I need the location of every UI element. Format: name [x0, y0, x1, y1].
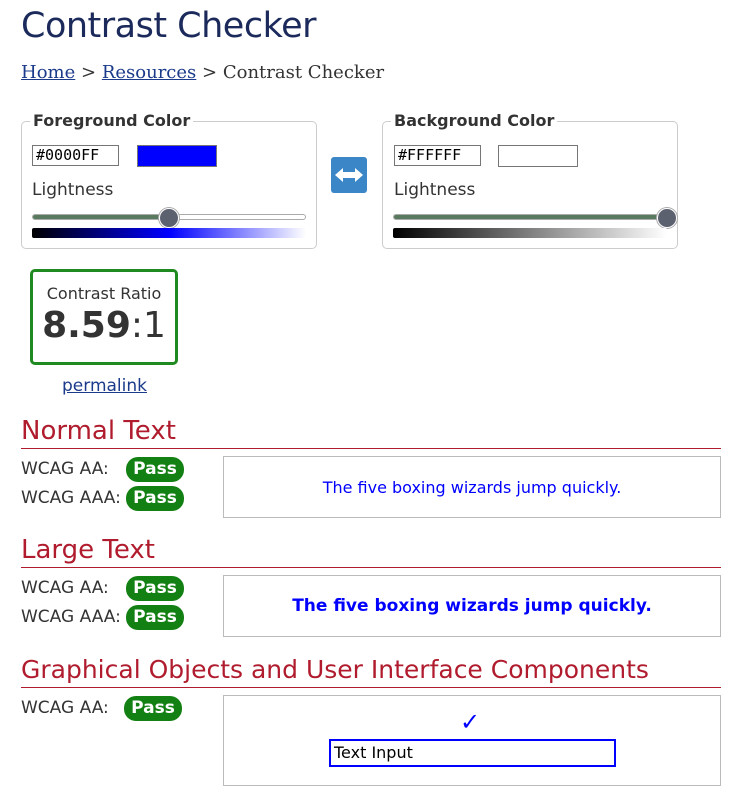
graphical-aa-pass-badge: Pass [124, 696, 182, 721]
contrast-ratio-box: Contrast Ratio 8.59:1 [30, 269, 178, 365]
breadcrumb-home-link[interactable]: Home [21, 62, 75, 83]
background-lightness-thumb[interactable] [657, 208, 677, 228]
graphical-objects-divider [21, 687, 721, 688]
normal-text-sample-box: The five boxing wizards jump quickly. [223, 456, 721, 518]
contrast-ratio-number: 8.59 [42, 305, 131, 346]
large-text-sample: The five boxing wizards jump quickly. [292, 596, 652, 616]
foreground-color-swatch[interactable] [137, 145, 217, 167]
normal-text-divider [21, 448, 721, 449]
contrast-ratio-value: 8.59:1 [33, 305, 175, 346]
background-color-swatch[interactable] [498, 145, 578, 167]
swap-colors-button[interactable] [331, 157, 367, 193]
sample-text-input[interactable]: Text Input [329, 739, 616, 767]
foreground-hex-input[interactable]: #0000FF [32, 145, 119, 166]
large-aa-label: WCAG AA: [21, 578, 109, 598]
contrast-ratio-label: Contrast Ratio [46, 284, 162, 303]
graphical-objects-heading: Graphical Objects and User Interface Com… [21, 655, 649, 684]
large-text-divider [21, 567, 721, 568]
foreground-legend: Foreground Color [30, 111, 194, 130]
large-aaa-label: WCAG AAA: [21, 607, 121, 627]
swap-arrows-icon [335, 168, 363, 182]
background-lightness-slider[interactable] [393, 214, 668, 220]
foreground-color-panel: Foreground Color #0000FF Lightness [21, 111, 317, 249]
breadcrumb-separator: > [202, 62, 218, 83]
background-legend: Background Color [391, 111, 558, 130]
breadcrumb-current: Contrast Checker [222, 62, 385, 83]
background-color-panel: Background Color #FFFFFF Lightness [382, 111, 678, 249]
foreground-lightness-thumb[interactable] [159, 208, 179, 228]
breadcrumb-resources-link[interactable]: Resources [102, 62, 196, 83]
normal-text-sample: The five boxing wizards jump quickly. [322, 477, 622, 497]
normal-aa-pass-badge: Pass [126, 457, 184, 482]
background-lightness-label: Lightness [394, 180, 476, 200]
permalink-link[interactable]: permalink [62, 376, 147, 396]
normal-aaa-label: WCAG AAA: [21, 488, 121, 508]
normal-aaa-pass-badge: Pass [126, 486, 184, 511]
large-text-heading: Large Text [21, 535, 155, 565]
large-text-sample-box: The five boxing wizards jump quickly. [223, 575, 721, 637]
foreground-lightness-gradient [32, 228, 306, 238]
graphical-aa-label: WCAG AA: [21, 698, 109, 718]
normal-aa-label: WCAG AA: [21, 459, 109, 479]
breadcrumb: Home > Resources > Contrast Checker [21, 62, 384, 83]
background-lightness-gradient [393, 228, 667, 238]
background-hex-input[interactable]: #FFFFFF [394, 145, 481, 166]
checkmark-icon: ✓ [460, 708, 481, 736]
normal-text-heading: Normal Text [21, 416, 176, 446]
large-aaa-pass-badge: Pass [126, 605, 184, 630]
foreground-lightness-label: Lightness [32, 180, 114, 200]
large-aa-pass-badge: Pass [126, 576, 184, 601]
breadcrumb-separator: > [81, 62, 97, 83]
page-title: Contrast Checker [21, 6, 317, 46]
contrast-ratio-suffix: :1 [130, 305, 166, 346]
